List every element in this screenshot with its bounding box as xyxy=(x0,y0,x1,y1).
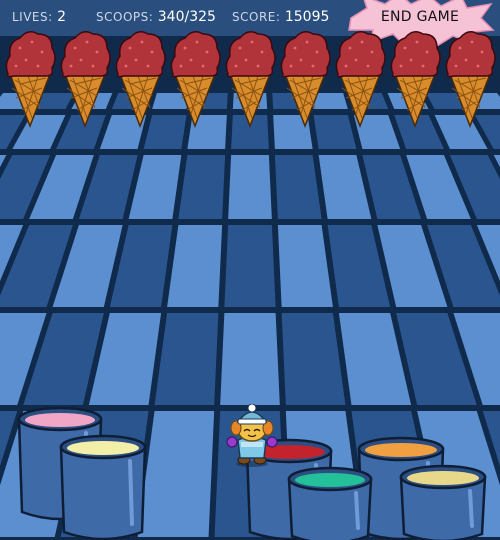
ice-cream-cone xyxy=(332,28,388,129)
ice-cream-bucket-banana[interactable] xyxy=(398,464,488,540)
lives-label: LIVES: xyxy=(12,10,53,24)
player-character[interactable] xyxy=(224,404,280,468)
end-game-label: END GAME xyxy=(380,9,460,25)
ice-cream-cone xyxy=(167,28,223,129)
floor-tile xyxy=(228,155,272,219)
game-stage[interactable]: LIVES: 2 SCOOPS: 340/325 SCORE: 15095 EN… xyxy=(0,0,500,540)
ice-cream-bucket-vanilla[interactable] xyxy=(58,434,148,540)
scoops-label: SCOOPS: xyxy=(96,10,154,24)
lives-counter: LIVES: 2 xyxy=(12,9,66,25)
ice-cream-cone xyxy=(277,28,333,129)
scoops-value: 340/325 xyxy=(157,9,216,25)
ice-cream-cone xyxy=(222,28,278,129)
lives-value: 2 xyxy=(57,9,67,25)
ice-cream-cone xyxy=(2,28,58,129)
floor-tile xyxy=(224,225,276,307)
score-value: 15095 xyxy=(284,9,330,25)
ice-cream-cone xyxy=(57,28,113,129)
ice-cream-bucket-mint[interactable] xyxy=(286,466,374,540)
scoops-counter: SCOOPS: 340/325 xyxy=(96,9,216,25)
score-label: SCORE: xyxy=(232,10,281,24)
ice-cream-cone xyxy=(442,28,498,129)
ice-cream-cone xyxy=(112,28,168,129)
score-counter: SCORE: 15095 xyxy=(232,9,329,25)
ice-cream-cone xyxy=(387,28,443,129)
floor-tile xyxy=(220,313,280,405)
